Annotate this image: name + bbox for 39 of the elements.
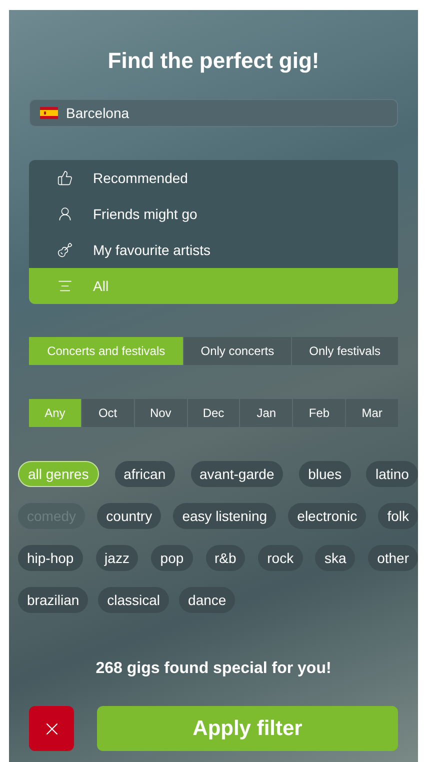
month-tab[interactable]: Nov (134, 399, 187, 427)
genre-chip[interactable]: country (97, 503, 162, 529)
genre-chip[interactable]: pop (151, 545, 193, 571)
city-field[interactable]: Barcelona (29, 99, 398, 127)
source-item[interactable]: Friends might go (29, 196, 398, 232)
genre-chip[interactable]: african (114, 461, 175, 487)
city-value: Barcelona (66, 104, 130, 122)
genre-chip[interactable]: jazz (96, 545, 138, 571)
genre-chip[interactable]: folk (378, 503, 418, 529)
genre-chip[interactable]: rock (258, 545, 303, 571)
thumbs-up-icon (57, 170, 73, 186)
month-tab[interactable]: Dec (188, 399, 240, 427)
guitar-icon (57, 242, 73, 258)
genre-chip[interactable]: electronic (288, 503, 366, 529)
genre-chip[interactable]: avant-garde (190, 461, 284, 487)
month-tab[interactable]: Mar (346, 399, 398, 427)
event-type-tab[interactable]: Only concerts (184, 337, 291, 365)
genre-chip[interactable]: dance (179, 587, 236, 613)
genre-chip[interactable]: brazilian (18, 587, 88, 613)
genre-chip[interactable]: r&b (206, 545, 246, 571)
source-item[interactable]: Recommended (29, 160, 398, 196)
genre-chip[interactable]: latino (366, 461, 418, 487)
genre-chip[interactable]: hip-hop (18, 545, 83, 571)
genre-chip[interactable]: ska (315, 545, 356, 571)
genre-chip[interactable]: blues (299, 461, 351, 487)
month-tab[interactable]: Jan (240, 399, 292, 427)
genre-chip[interactable]: easy listening (173, 503, 276, 529)
source-item[interactable]: My favourite artists (29, 232, 398, 268)
genre-chip[interactable]: other (368, 545, 418, 571)
close-button[interactable] (29, 706, 74, 751)
lines-icon (57, 278, 73, 294)
event-type-tab[interactable]: Only festivals (292, 337, 398, 365)
flag-icon (40, 107, 58, 119)
month-tab[interactable]: Oct (82, 399, 134, 427)
month-tab[interactable]: Feb (293, 399, 346, 427)
page-title: Find the perfect gig! (108, 47, 320, 75)
person-icon (57, 206, 73, 222)
genre-chip[interactable]: classical (98, 587, 170, 613)
result-count: 268 gigs found special for you! (96, 659, 332, 679)
